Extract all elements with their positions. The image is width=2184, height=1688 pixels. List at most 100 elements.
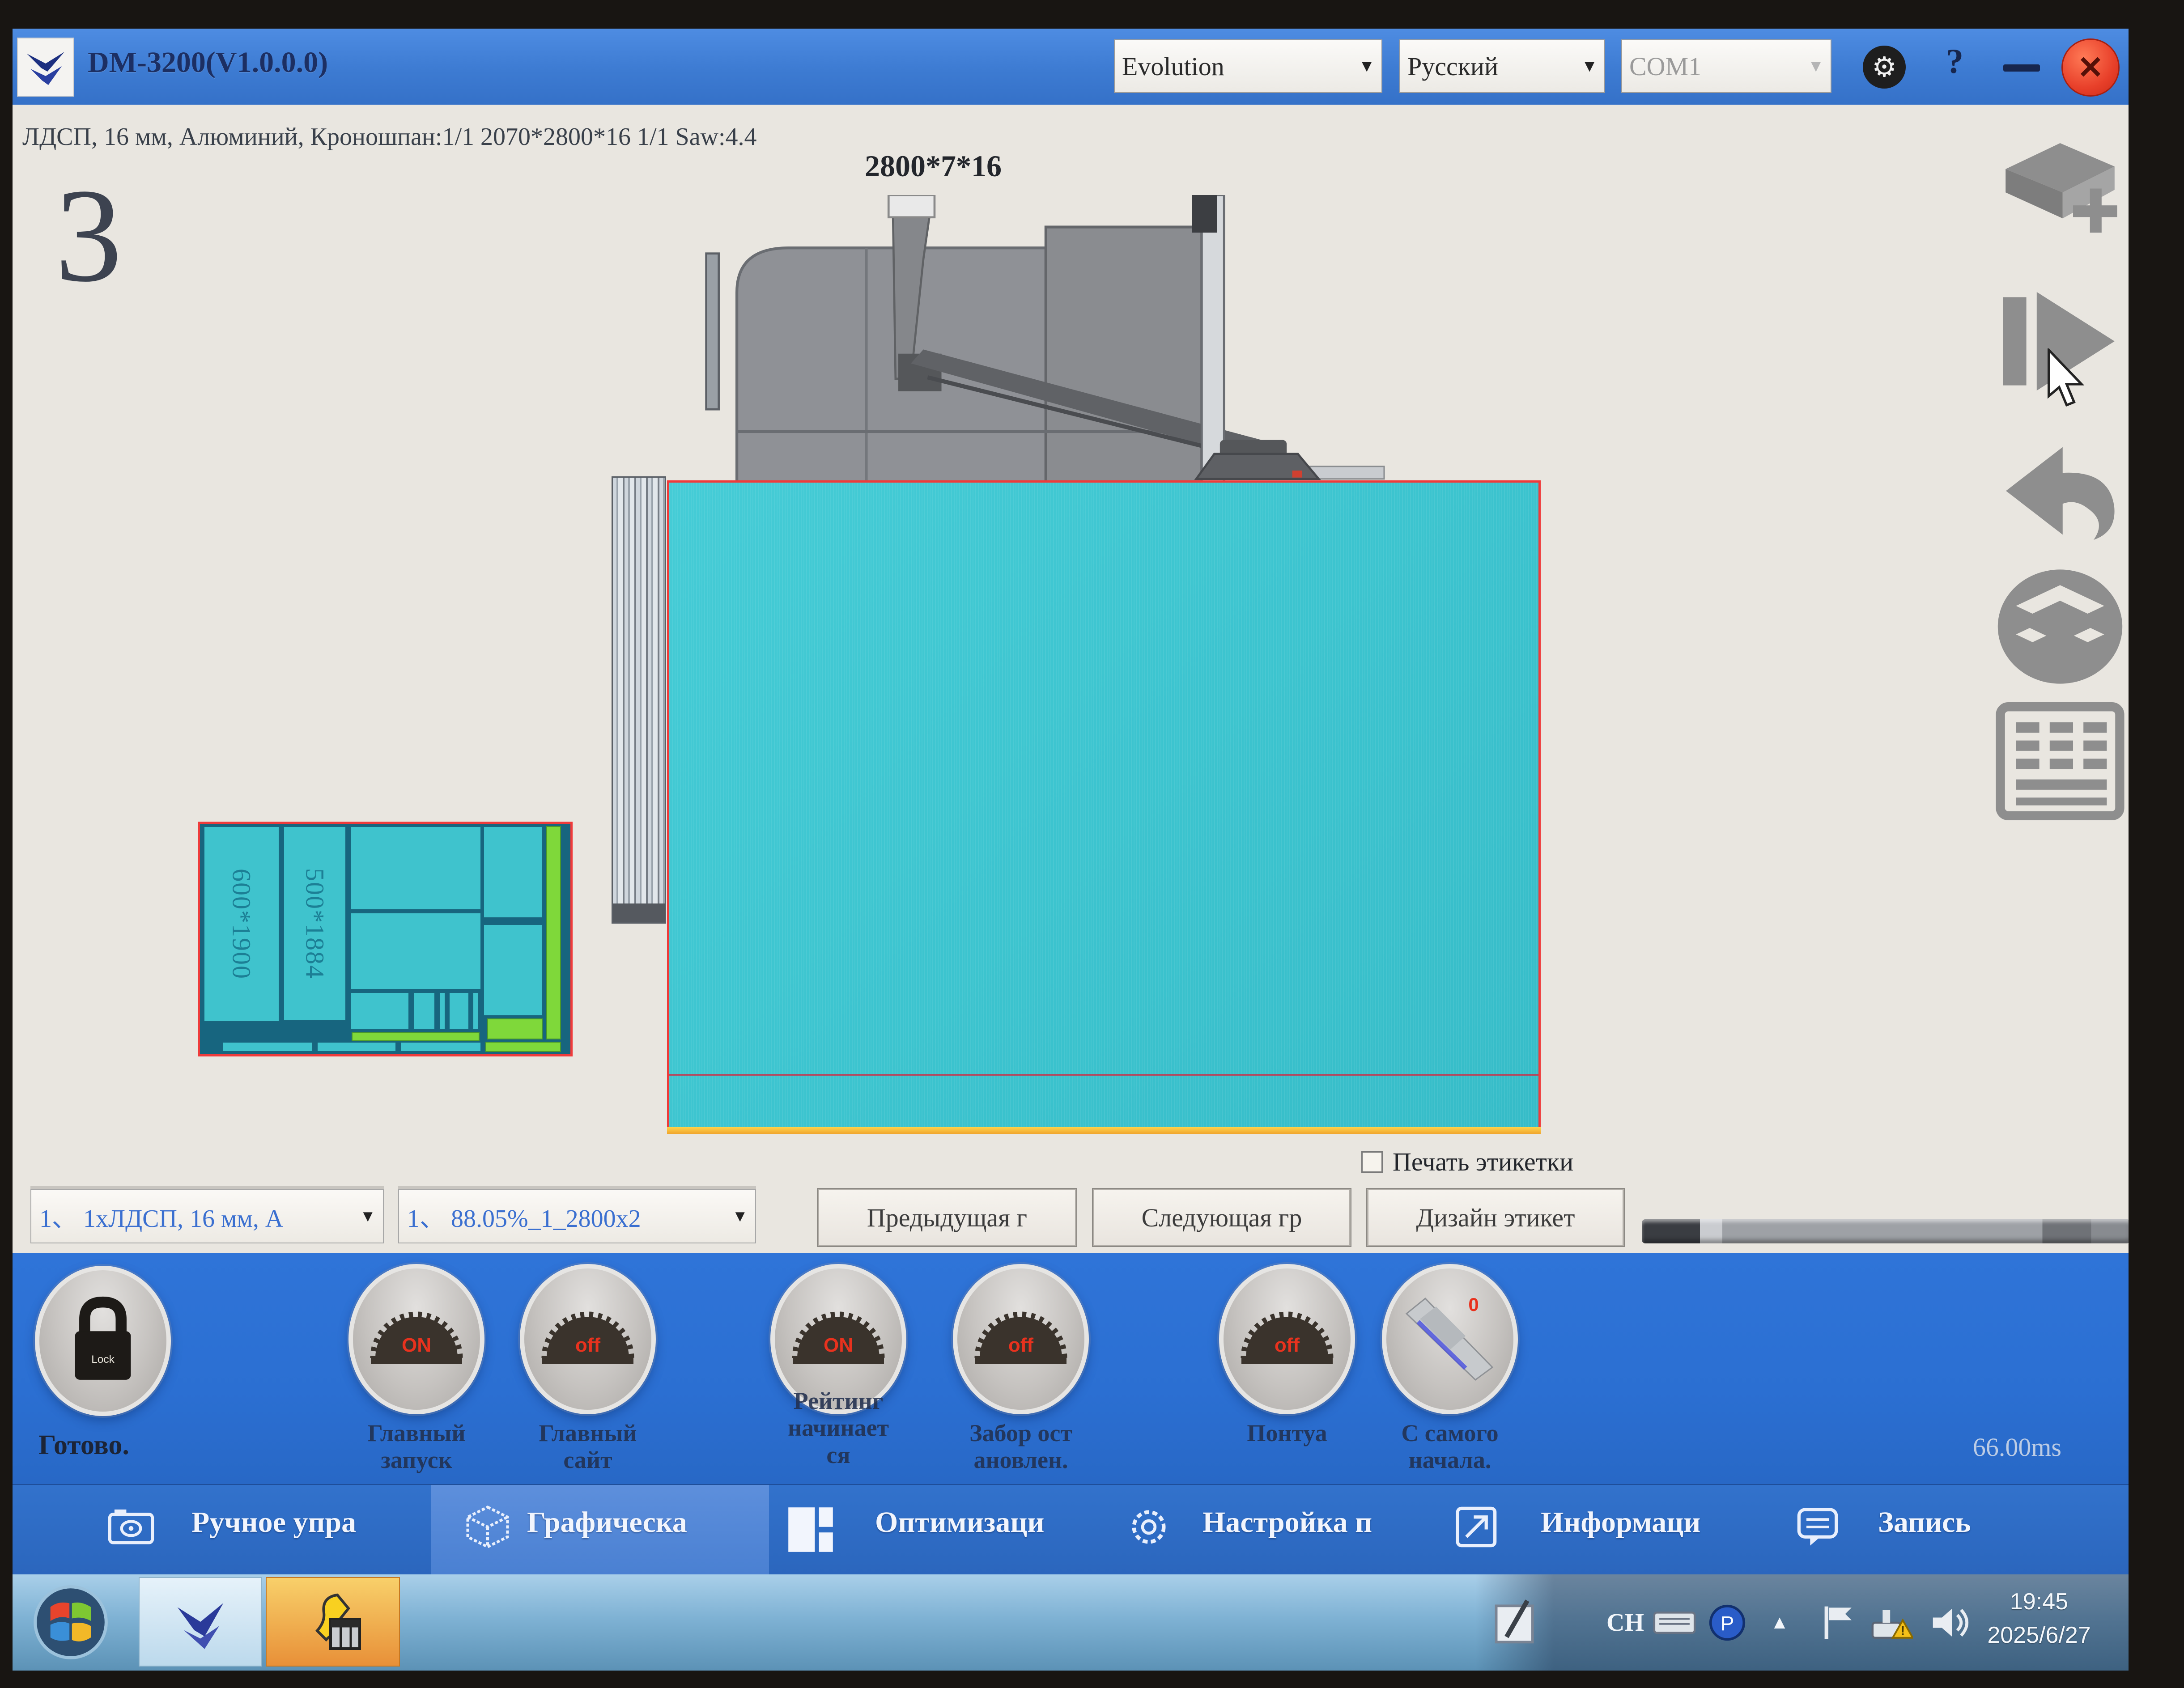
layout-piece <box>483 924 542 1016</box>
main-area: ЛДСП, 16 мм, Алюминий, Кроношпан:1/1 207… <box>13 105 2129 1253</box>
tray-date: 2025/6/27 <box>1967 1619 2111 1652</box>
layout-piece <box>350 826 481 910</box>
state-text: off <box>1275 1334 1300 1356</box>
nav-item-optimization[interactable]: Оптимизаци <box>875 1506 1044 1540</box>
lock-button[interactable]: Lock <box>35 1266 171 1416</box>
start-button[interactable] <box>33 1584 109 1660</box>
progress-scrollbar[interactable] <box>1642 1219 2129 1243</box>
print-label-text: Печать этикетки <box>1393 1147 1573 1177</box>
layout-piece <box>222 1042 313 1052</box>
cube-icon <box>465 1505 510 1549</box>
state-text: 0 <box>1468 1294 1479 1315</box>
nav-item-settings[interactable]: Настройка п <box>1202 1506 1372 1540</box>
keyboard-icon[interactable] <box>1650 1574 1699 1671</box>
material-info: ЛДСП, 16 мм, Алюминий, Кроношпан:1/1 207… <box>22 123 757 151</box>
layout-piece <box>400 1042 481 1052</box>
state-text: ON <box>402 1334 431 1356</box>
piece-size-label: 600*1900 <box>227 869 257 980</box>
layout-offcut <box>487 1018 543 1039</box>
taskbar-app-tool[interactable] <box>266 1577 400 1667</box>
bottom-nav: Ручное упра Графическа Оптимизаци Настро… <box>13 1484 2129 1575</box>
layout-offcut <box>352 1032 480 1041</box>
dm-app-icon <box>169 1590 232 1653</box>
from-start-blade-button[interactable]: 0 <box>1382 1264 1518 1414</box>
nav-item-manual[interactable]: Ручное упра <box>191 1506 356 1540</box>
speaker-icon[interactable] <box>1925 1574 1974 1671</box>
cut-line <box>669 1074 1538 1076</box>
current-panel-view[interactable] <box>667 480 1541 1128</box>
clock[interactable]: 19:45 2025/6/27 <box>1967 1585 2111 1653</box>
label-design-button[interactable]: Дизайн этикет <box>1367 1189 1624 1246</box>
print-label-row: Печать этикетки <box>1361 1147 1573 1177</box>
svg-text:P: P <box>1721 1612 1734 1635</box>
layout-piece <box>472 992 479 1030</box>
ime-language-indicator[interactable]: CH <box>1603 1574 1648 1671</box>
group-select[interactable]: 1、 88.05%_1_2800x2 ▼ <box>398 1189 756 1243</box>
com-port-dropdown: COM1 ▼ <box>1621 39 1831 93</box>
back-undo-arrow-icon[interactable] <box>1995 432 2125 552</box>
close-button[interactable]: ✕ <box>2061 38 2120 97</box>
app-window: DM-3200(V1.0.0.0) Evolution ▼ Русский ▼ … <box>13 29 2129 1671</box>
wrench-grid-icon <box>299 1588 366 1655</box>
layout-piece <box>317 1042 396 1052</box>
layout-piece <box>413 992 435 1030</box>
tray-time: 19:45 <box>1967 1585 2111 1619</box>
chevron-down-icon: ▼ <box>360 1207 376 1226</box>
button-label: С самогоначала. <box>1354 1420 1546 1474</box>
hidden-icons-arrow[interactable]: ▲ <box>1759 1574 1800 1671</box>
chevron-down-icon: ▼ <box>1581 56 1598 76</box>
mouse-cursor <box>2046 348 2091 411</box>
chevron-down-icon: ▼ <box>1807 56 1824 76</box>
sheet-number: 3 <box>55 172 122 299</box>
button-label: Забор остановлен. <box>925 1420 1117 1474</box>
taskbar-app-dm3200[interactable] <box>139 1577 262 1667</box>
network-warning-icon[interactable]: ! <box>1867 1574 1916 1671</box>
layout-offcut <box>485 1042 561 1052</box>
layout-select[interactable]: 1、 1хЛДСП, 16 мм, А ▼ <box>30 1189 384 1243</box>
layout-piece: 600*1900 <box>204 826 280 1022</box>
button-label: Главныйсайт <box>492 1420 684 1474</box>
cutting-layout-preview[interactable]: 600*1900 500*1884 <box>198 822 573 1056</box>
settings-gear-icon[interactable]: ⚙ <box>1863 46 1906 89</box>
nav-item-graphics[interactable]: Графическа <box>527 1506 687 1540</box>
minimize-button[interactable] <box>2003 64 2040 72</box>
window-title: DM-3200(V1.0.0.0) <box>88 46 328 80</box>
help-button[interactable]: ? <box>1946 41 1963 81</box>
layers-icon[interactable] <box>1995 564 2125 691</box>
add-panel-icon[interactable] <box>1995 132 2125 260</box>
monitor-photo: DM-3200(V1.0.0.0) Evolution ▼ Русский ▼ … <box>0 0 2184 1688</box>
nav-item-information[interactable]: Информаци <box>1541 1506 1700 1540</box>
previous-group-button[interactable]: Предыдущая г <box>818 1189 1076 1246</box>
ime-pad-icon[interactable] <box>1489 1574 1542 1671</box>
state-text: off <box>575 1334 601 1356</box>
layout-offcut <box>546 826 561 1039</box>
keypad-icon[interactable] <box>1995 696 2125 828</box>
print-label-checkbox[interactable] <box>1361 1151 1383 1173</box>
layout-piece: 500*1884 <box>283 826 346 1021</box>
pontua-saw-button[interactable]: off <box>1219 1264 1355 1414</box>
main-start-saw-button[interactable]: ON <box>348 1264 484 1414</box>
layout-piece <box>483 826 542 918</box>
windows-taskbar: CH P ▲ ! <box>13 1574 2129 1671</box>
next-group-button[interactable]: Следующая гр <box>1093 1189 1351 1246</box>
app-logo-icon <box>17 38 74 97</box>
panel-edge-strip <box>667 1127 1541 1134</box>
state-text: ON <box>824 1334 853 1356</box>
layout-piece <box>449 992 469 1030</box>
cycle-time-label: 66.00ms <box>1973 1432 2061 1462</box>
button-label: Главныйзапуск <box>320 1420 513 1474</box>
action-center-flag-icon[interactable] <box>1815 1574 1860 1671</box>
layout-piece <box>350 992 409 1030</box>
profile-dropdown[interactable]: Evolution ▼ <box>1114 39 1382 93</box>
window-panes-icon <box>786 1505 836 1555</box>
camera-icon <box>107 1505 155 1548</box>
language-dropdown[interactable]: Русский ▼ <box>1399 39 1605 93</box>
layout-piece <box>350 912 481 990</box>
fence-saw-button[interactable]: off <box>953 1264 1089 1414</box>
main-site-saw-button[interactable]: off <box>520 1264 656 1414</box>
gear-icon <box>1126 1505 1171 1549</box>
ime-circle-icon[interactable]: P <box>1703 1574 1752 1671</box>
nav-item-record[interactable]: Запись <box>1878 1506 1971 1540</box>
chevron-down-icon: ▼ <box>732 1207 748 1226</box>
layout-piece <box>439 992 446 1030</box>
